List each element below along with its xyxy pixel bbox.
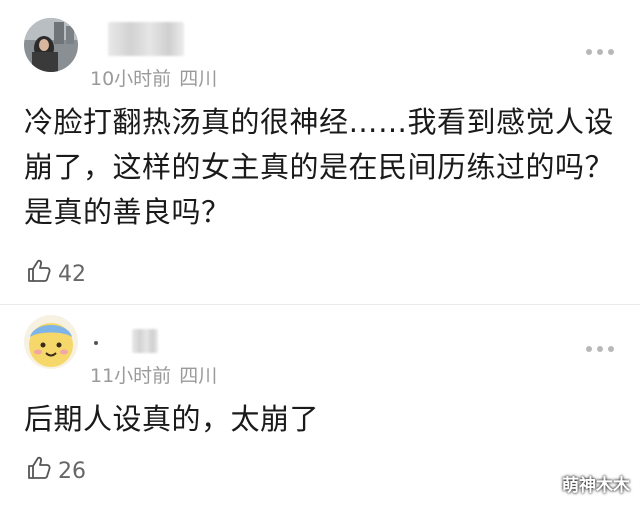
avatar[interactable] [24, 18, 78, 72]
comment-text: 冷脸打翻热汤真的很神经……我看到感觉人设崩了，这样的女主真的是在民间历练过的吗？… [24, 105, 615, 229]
like-count: 42 [58, 261, 86, 287]
more-dots-icon[interactable] [586, 345, 614, 353]
thumbs-up-icon [26, 455, 58, 487]
like-button[interactable]: 42 [26, 258, 86, 290]
like-button[interactable]: 26 [26, 455, 86, 487]
thumbs-up-icon [26, 258, 58, 290]
username-dot [94, 341, 98, 345]
more-dots-icon[interactable] [586, 48, 614, 56]
comment-location: 四川 [179, 365, 218, 387]
comment-item: 10小时前 四川 冷脸打翻热汤真的很神经……我看到感觉人设崩了，这样的女主真的是在… [0, 0, 640, 305]
username-redacted [132, 329, 158, 353]
comment-meta: 11小时前 四川 [90, 361, 217, 388]
avatar[interactable] [24, 315, 78, 369]
comment-item: 11小时前 四川 后期人设真的，太崩了 26 萌神木木 [0, 305, 640, 510]
comment-time: 11小时前 [90, 365, 172, 387]
comment-location: 四川 [179, 68, 218, 90]
username-redacted [108, 22, 184, 56]
comment-text: 后期人设真的，太崩了 [24, 402, 320, 436]
comment-meta: 10小时前 四川 [90, 64, 217, 91]
comment-time: 10小时前 [90, 68, 172, 90]
like-count: 26 [58, 458, 86, 484]
watermark: 萌神木木 [562, 476, 630, 496]
